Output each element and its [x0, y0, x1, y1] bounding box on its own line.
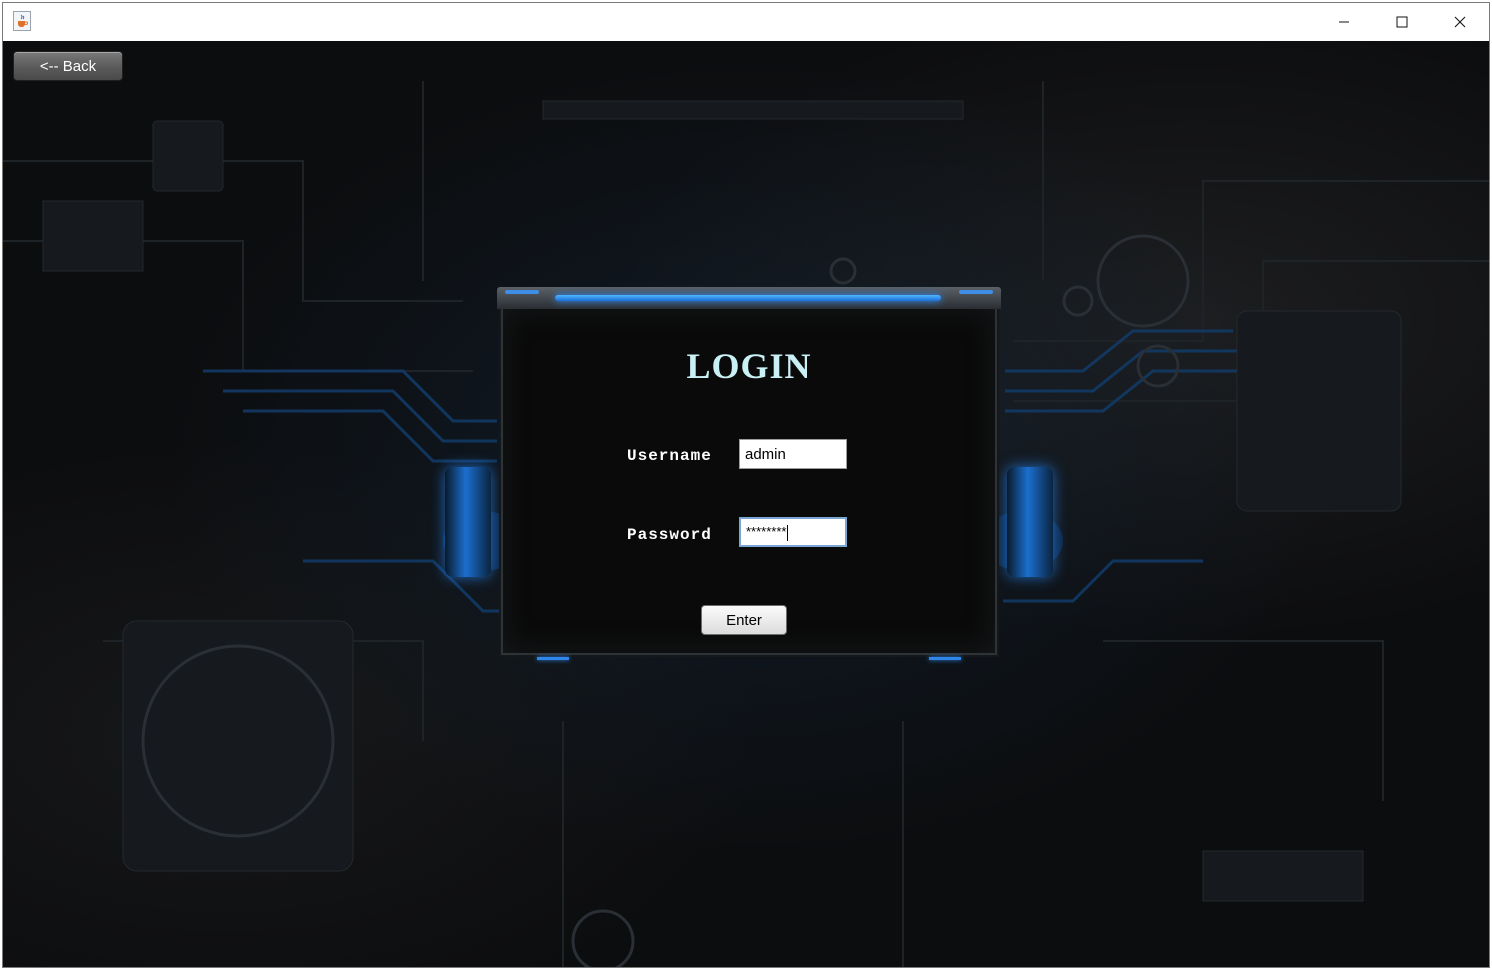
- panel-footer-lights: [537, 657, 961, 661]
- enter-button[interactable]: Enter: [701, 605, 787, 635]
- back-button[interactable]: <-- Back: [13, 51, 123, 81]
- minimize-button[interactable]: [1315, 3, 1373, 41]
- password-value: ********: [746, 524, 787, 539]
- login-title: LOGIN: [686, 346, 812, 386]
- password-input[interactable]: ********: [739, 517, 847, 547]
- side-connector-right: [1007, 467, 1053, 577]
- maximize-icon: [1396, 16, 1408, 28]
- minimize-icon: [1339, 21, 1349, 23]
- maximize-button[interactable]: [1373, 3, 1431, 41]
- close-icon: [1454, 16, 1466, 28]
- username-input[interactable]: admin: [739, 439, 847, 469]
- app-window: <-- Back LOGIN Username admin Password *…: [2, 2, 1490, 968]
- panel-cap-left: [505, 290, 539, 294]
- username-label: Username: [627, 447, 712, 465]
- panel-cap-right: [959, 290, 993, 294]
- text-caret: [787, 524, 789, 541]
- footer-light-right: [929, 657, 961, 660]
- panel-glow-bar: [555, 295, 941, 301]
- side-connector-left: [445, 467, 491, 577]
- username-value: admin: [745, 446, 786, 463]
- password-label: Password: [627, 526, 712, 544]
- footer-light-left: [537, 657, 569, 660]
- close-button[interactable]: [1431, 3, 1489, 41]
- circuit-background: <-- Back LOGIN Username admin Password *…: [3, 41, 1489, 967]
- title-bar: [3, 3, 1489, 41]
- login-panel: LOGIN Username admin Password ******** E…: [445, 287, 1053, 665]
- panel-top-bar: [497, 287, 1001, 309]
- java-cup-icon: [13, 11, 31, 31]
